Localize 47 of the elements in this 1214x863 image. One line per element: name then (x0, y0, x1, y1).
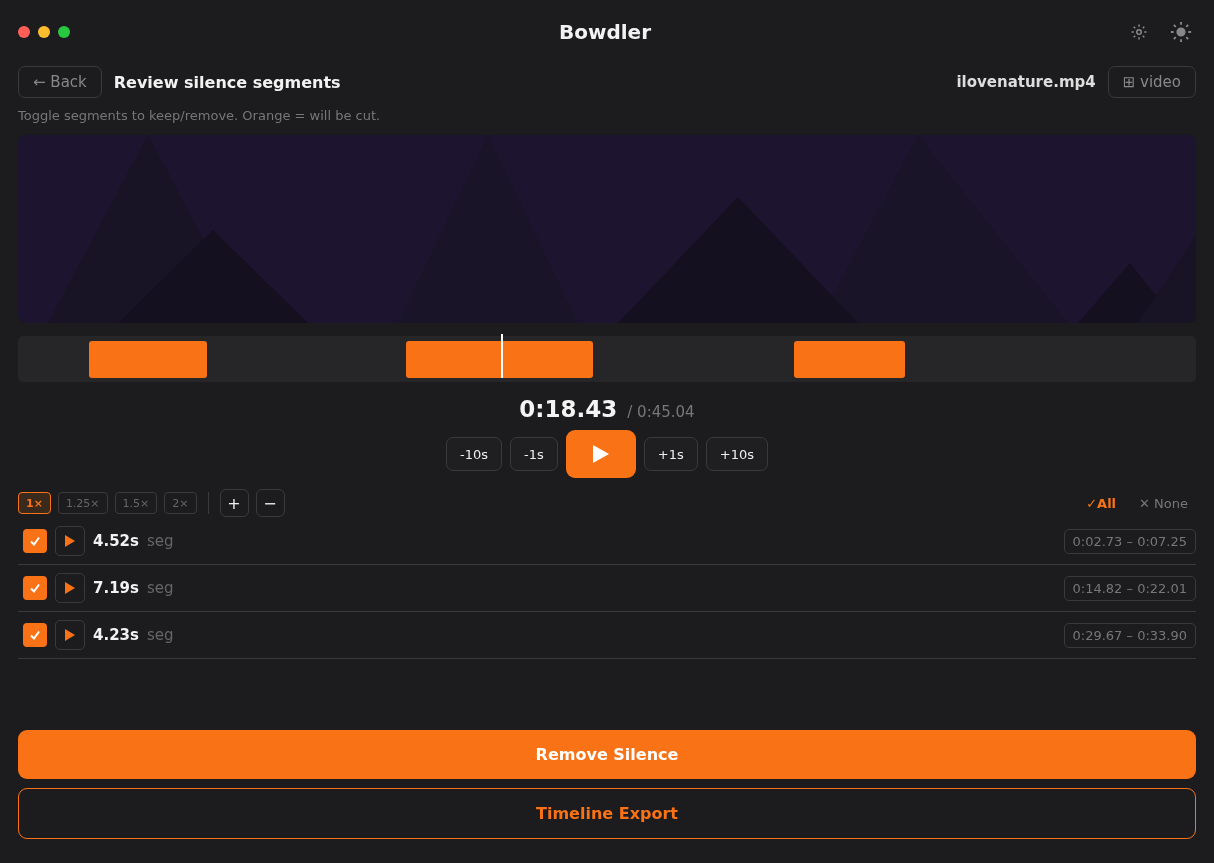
timeline-export-button[interactable]: Timeline Export (18, 788, 1196, 839)
segment-checkbox[interactable] (23, 576, 47, 600)
segment-checkbox[interactable] (23, 529, 47, 553)
segment-duration: 4.52s (93, 532, 139, 550)
seek-button[interactable]: -1s (510, 437, 558, 471)
select-button[interactable]: ✓All (1078, 495, 1125, 511)
segment-duration: 7.19s (93, 579, 139, 597)
seek-button[interactable]: +10s (705, 437, 768, 471)
minimize-button[interactable] (38, 26, 50, 38)
playhead[interactable] (500, 334, 503, 378)
segment-tag: seg (146, 626, 1056, 644)
instructions: Toggle segments to keep/remove. Orange = will be cut. (18, 108, 382, 123)
zoom-button[interactable]: − (255, 489, 285, 517)
segment-checkbox[interactable] (23, 623, 47, 647)
play-icon (65, 629, 75, 641)
segment-play-button[interactable] (55, 526, 85, 556)
segment-tag: seg (146, 532, 1056, 550)
checkmark-icon (29, 629, 41, 641)
segment-play-button[interactable] (55, 620, 85, 650)
close-button[interactable] (18, 26, 30, 38)
speed-button[interactable]: 1× (18, 492, 51, 514)
checkmark-icon (29, 535, 41, 547)
play-button[interactable] (565, 430, 636, 478)
select-button[interactable]: ✕ None (1131, 495, 1196, 511)
video-toggle-button[interactable]: ⊞ video (1107, 66, 1196, 98)
segment-play-button[interactable] (55, 573, 85, 603)
segment-range: 0:29.67 – 0:33.90 (1063, 622, 1196, 648)
play-icon (591, 444, 610, 464)
segment-tag: seg (146, 579, 1056, 597)
page-title: Review silence segments (113, 72, 342, 92)
seek-button[interactable]: -10s (446, 437, 503, 471)
back-button[interactable]: ← Back (18, 66, 102, 98)
maximize-button[interactable] (58, 26, 70, 38)
checkmark-icon (29, 582, 41, 594)
current-time: 0:18.43 (519, 396, 618, 422)
play-icon (65, 535, 75, 547)
segment-duration: 4.23s (93, 626, 139, 644)
segment-range: 0:14.82 – 0:22.01 (1063, 575, 1196, 601)
zoom-button[interactable]: + (219, 489, 249, 517)
play-icon (65, 582, 75, 594)
seek-button[interactable]: +1s (643, 437, 698, 471)
sun-icon[interactable] (1170, 21, 1192, 43)
file-name: ilovenature.mp4 (956, 73, 1096, 91)
segment-range: 0:02.73 – 0:07.25 (1063, 528, 1196, 554)
window-title: Bowdler (558, 20, 652, 44)
settings-icon[interactable] (1130, 23, 1148, 41)
total-time: / 0:45.04 (627, 403, 695, 421)
